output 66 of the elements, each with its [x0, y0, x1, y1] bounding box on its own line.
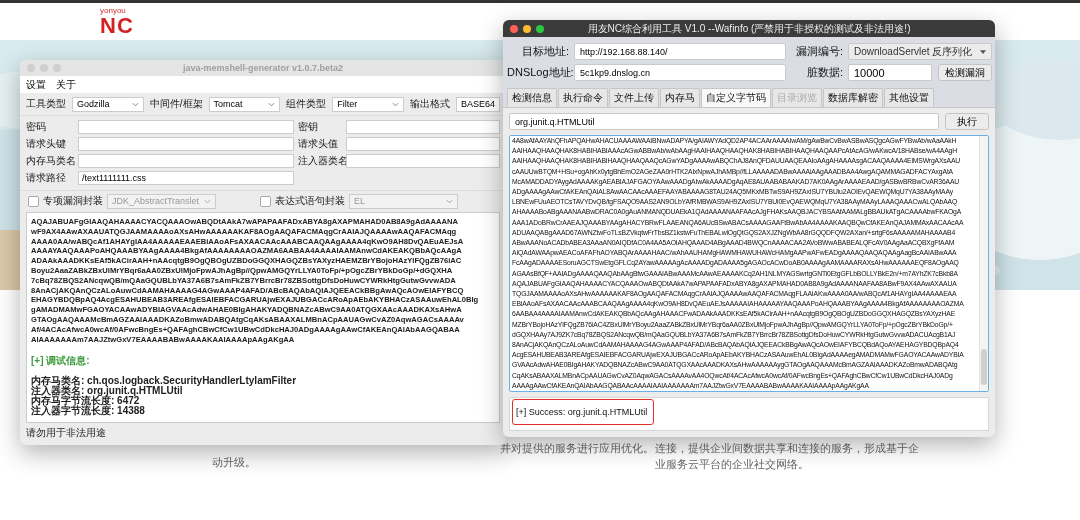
field-label: 请求头键 — [26, 137, 67, 151]
logo-wordmark: NC — [100, 14, 134, 37]
field-label: 请求路径 — [26, 171, 67, 185]
field-label: 密钥 — [298, 120, 319, 134]
dropdown[interactable]: Tomcat — [208, 96, 281, 112]
input-field[interactable] — [346, 154, 500, 168]
tab[interactable]: 自定义字节码 — [701, 88, 771, 107]
input-field[interactable] — [346, 137, 500, 151]
minimize-button[interactable] — [523, 24, 531, 33]
window-title: java-memshell-generator v1.0.7.beta2 — [181, 63, 345, 73]
page-text: 并对提供的服务进行应用优化。 — [500, 441, 655, 456]
dropdown[interactable]: DownloadServlet 反序列化 — [848, 43, 992, 60]
menu-item[interactable]: 设置 — [26, 77, 46, 92]
field-label: 内存马类名 — [26, 154, 74, 168]
close-button[interactable] — [510, 24, 518, 33]
field-label: 工具类型 — [26, 97, 66, 111]
input-field[interactable]: http://192.168.88.140/ — [574, 43, 786, 60]
menu-item[interactable]: 关于 — [56, 77, 76, 92]
page-text: 业服务云平台的企业社交网络。 — [655, 457, 810, 472]
status-text: 请勿用于非法用途 — [25, 426, 107, 440]
debug-heading: [+] 调试信息: — [31, 354, 91, 369]
field-label: 密码 — [26, 120, 47, 134]
run-button[interactable]: 执行 — [945, 113, 989, 130]
checkbox-label: 专项漏洞封装 — [42, 194, 103, 208]
chevron-icon — [204, 198, 211, 204]
scrollbar[interactable] — [979, 136, 988, 391]
tab[interactable]: 内存马 — [660, 88, 700, 107]
debug-text: 内存马类名: ch.qos.logback.SecurityHandlerLtylamFilter — [31, 376, 298, 387]
input-field[interactable]: /text1111111.css — [78, 171, 294, 185]
field-label: 请求头值 — [298, 137, 339, 151]
field-label: 脏数据: — [805, 65, 843, 80]
tab[interactable]: 执行命令 — [558, 88, 608, 107]
debug-text: 内存马字节流长度: 6472 — [31, 396, 140, 407]
dropdown[interactable]: Godzilla — [72, 96, 144, 112]
logo-brand: yonyou — [100, 6, 127, 15]
tab[interactable]: 检测信息 — [507, 88, 557, 107]
input-field[interactable] — [78, 120, 294, 134]
page-text: 连接，提供企业间数据共享和连接的服务，形成基于企 — [655, 441, 919, 456]
tab[interactable]: 文件上传 — [609, 88, 659, 107]
check-button[interactable]: 检测漏洞 — [938, 64, 992, 81]
field-label: 组件类型 — [286, 97, 327, 111]
tab[interactable]: 数据库解密 — [823, 88, 883, 107]
field-label: 中间件/框架 — [149, 97, 203, 111]
checkbox-label: 表达式语句封装 — [274, 194, 345, 208]
chevron-icon — [446, 198, 453, 204]
input-field[interactable]: 10000 — [848, 64, 932, 81]
field-label: 漏洞编号: — [794, 44, 843, 59]
window-title: 用友NC综合利用工具 V1.0 --Wafinfo (严禁用于非授权的测试及非法用途!) — [586, 21, 912, 36]
zoom-button[interactable] — [536, 24, 544, 33]
chevron-icon — [392, 101, 399, 107]
debug-text: 注入器字节流长度: 14388 — [31, 406, 146, 417]
result-text: [+] Success: org.junit.q.HTMLUtil — [516, 407, 648, 417]
input-field[interactable]: 5c1kp9.dnslog.cn — [574, 64, 786, 81]
field-label: 输出格式 — [410, 97, 450, 111]
caret-icon — [980, 49, 986, 54]
chevron-icon — [268, 101, 276, 107]
dropdown[interactable]: Filter — [332, 96, 404, 112]
input-field[interactable] — [78, 137, 294, 151]
dropdown[interactable]: BASE64 — [456, 96, 500, 112]
field-label: 目标地址: — [520, 44, 569, 59]
input-field[interactable] — [78, 154, 294, 168]
class-input[interactable]: org.junit.q.HTMLUtil — [509, 113, 939, 130]
tab[interactable]: 其他设置 — [884, 88, 934, 107]
input-field[interactable] — [346, 120, 500, 134]
chevron-icon — [131, 101, 139, 107]
page-text: 动升级。 — [212, 455, 257, 470]
